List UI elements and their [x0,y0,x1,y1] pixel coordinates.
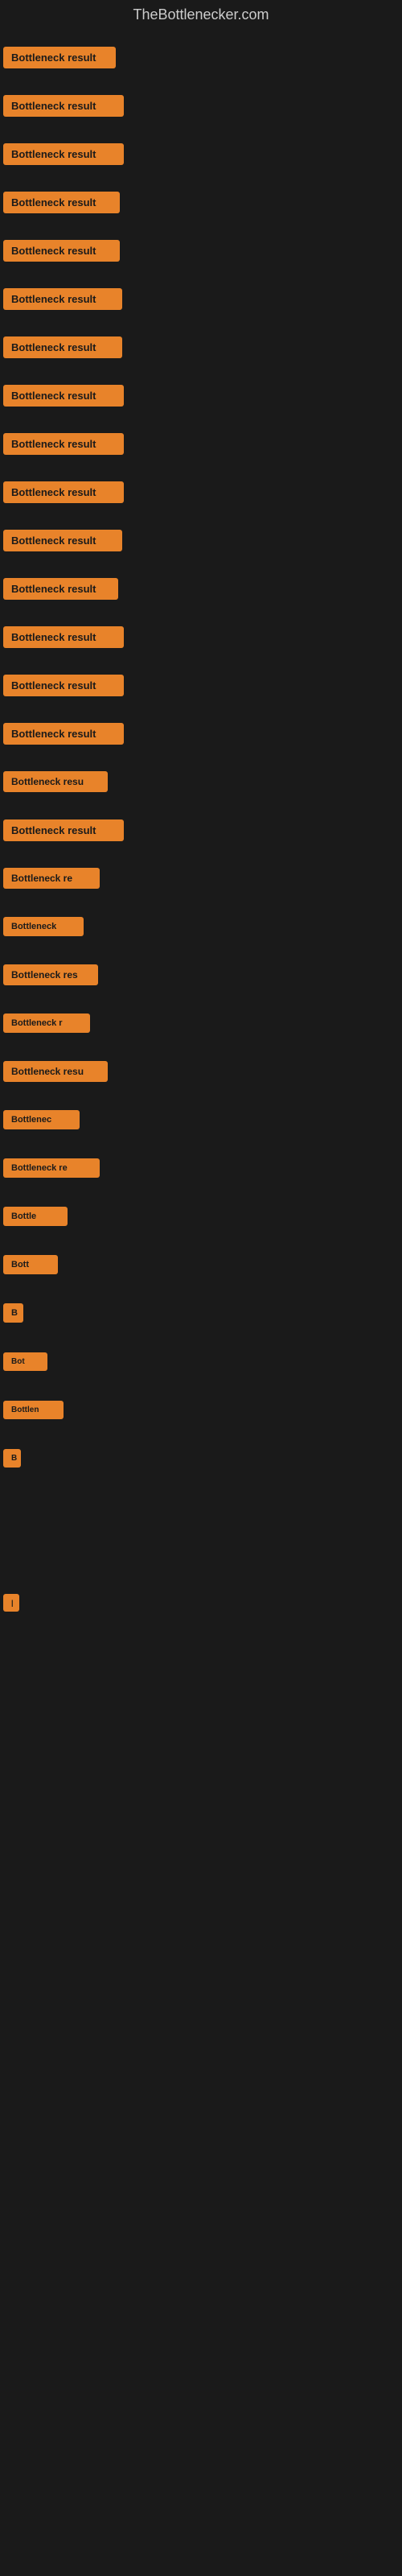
list-item: Bottleneck [0,902,402,951]
list-item [0,1724,402,1772]
list-item [0,1627,402,1675]
bottleneck-result-badge: Bottleneck result [3,723,124,745]
bottleneck-list: Bottleneck result Bottleneck result Bottle… [0,33,402,1788]
bottleneck-result-badge: Bott [3,1255,58,1274]
bottleneck-result-badge: B [3,1449,21,1468]
list-item: Bottleneck res [0,951,402,999]
site-title: TheBottlenecker.com [0,0,402,33]
list-item: Bott [0,1241,402,1289]
list-item: Bottlenec [0,1096,402,1144]
list-item: Bottleneck re [0,1144,402,1192]
list-item: Bottleneck re [0,854,402,902]
bottleneck-result-badge: Bottleneck result [3,385,124,407]
list-item [0,1675,402,1724]
list-item: Bottleneck result [0,661,402,709]
bottleneck-result-badge: Bottleneck result [3,530,122,551]
list-item: Bottleneck result [0,613,402,661]
list-item: | [0,1579,402,1627]
bottleneck-result-badge: Bottleneck res [3,964,98,985]
list-item: Bottle [0,1192,402,1241]
list-item: Bottleneck result [0,33,402,81]
list-item: Bottleneck resu [0,758,402,806]
bottleneck-result-badge: Bottle [3,1207,68,1226]
bottleneck-result-badge: Bottleneck result [3,336,122,358]
list-item [0,1530,402,1579]
list-item: Bottleneck result [0,81,402,130]
bottleneck-result-badge: Bottleneck re [3,1158,100,1178]
bottleneck-result-badge: Bottleneck re [3,868,100,889]
bottleneck-result-badge: Bottleneck result [3,481,124,503]
bottleneck-result-badge: B [3,1303,23,1323]
bottleneck-result-badge: Bottleneck result [3,240,120,262]
bottleneck-result-badge: Bottleneck result [3,143,124,165]
list-item: Bottleneck result [0,564,402,613]
list-item: Bottleneck resu [0,1047,402,1096]
bottleneck-result-badge: Bot [3,1352,47,1371]
list-item [0,1482,402,1530]
bottleneck-result-badge: Bottleneck result [3,192,120,213]
bottleneck-result-badge: Bottleneck result [3,626,124,648]
list-item: Bottleneck r [0,999,402,1047]
bottleneck-result-badge: Bottleneck resu [3,771,108,792]
list-item: Bottleneck result [0,130,402,178]
list-item: Bottleneck result [0,419,402,468]
bottleneck-result-badge: Bottlenec [3,1110,80,1129]
list-item: Bottleneck result [0,323,402,371]
list-item: Bot [0,1337,402,1385]
bottleneck-result-badge: | [3,1594,19,1612]
list-item: Bottleneck result [0,275,402,323]
list-item: Bottleneck result [0,806,402,854]
bottleneck-result-badge: Bottleneck result [3,433,124,455]
list-item: B [0,1434,402,1482]
list-item: B [0,1289,402,1337]
list-item: Bottleneck result [0,226,402,275]
bottleneck-result-badge: Bottleneck result [3,47,116,68]
bottleneck-result-badge: Bottleneck result [3,95,124,117]
bottleneck-result-badge: Bottlen [3,1401,64,1419]
bottleneck-result-badge: Bottleneck result [3,675,124,696]
bottleneck-result-badge: Bottleneck r [3,1013,90,1033]
bottleneck-result-badge: Bottleneck result [3,578,118,600]
bottleneck-result-badge: Bottleneck resu [3,1061,108,1082]
bottleneck-result-badge: Bottleneck [3,917,84,936]
list-item: Bottleneck result [0,516,402,564]
list-item: Bottlen [0,1385,402,1434]
list-item: Bottleneck result [0,468,402,516]
list-item: Bottleneck result [0,178,402,226]
bottleneck-result-badge: Bottleneck result [3,819,124,841]
bottleneck-result-badge: Bottleneck result [3,288,122,310]
list-item: Bottleneck result [0,709,402,758]
list-item: Bottleneck result [0,371,402,419]
